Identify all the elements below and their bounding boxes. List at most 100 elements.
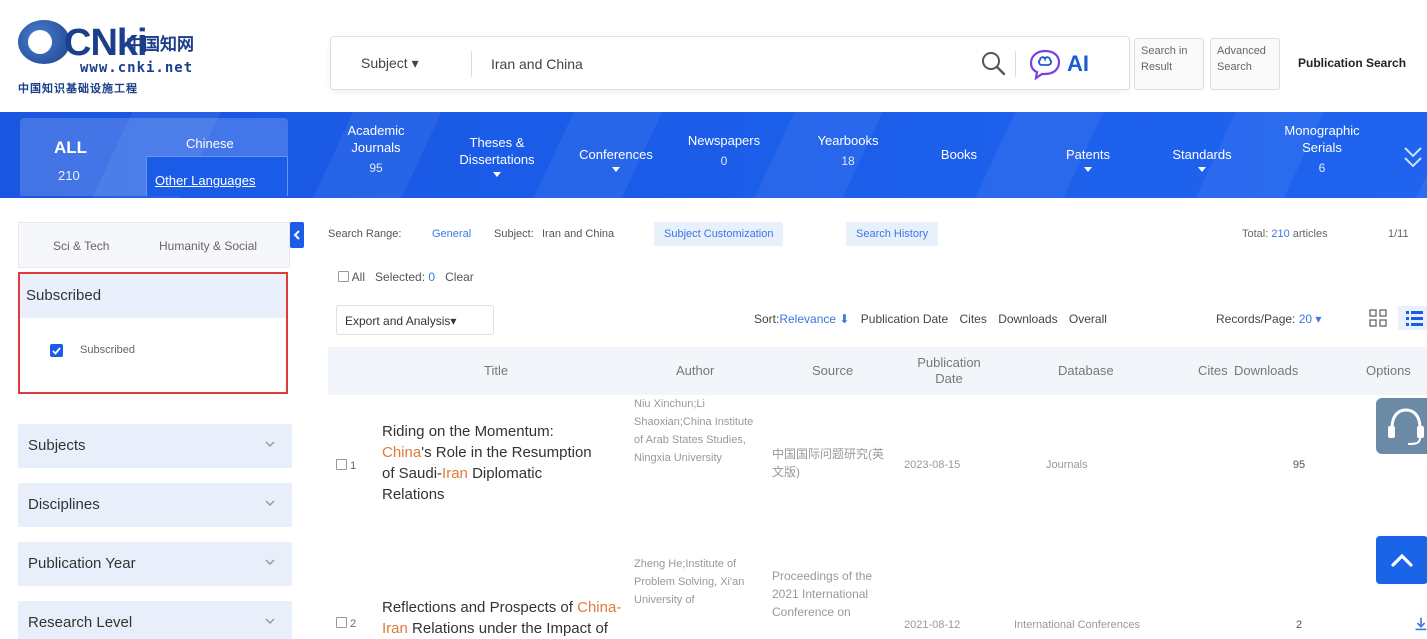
result-date: 2021-08-12 <box>904 619 961 631</box>
records-per-page-label: Records/Page: <box>1216 312 1296 326</box>
logo-slogan: 中国知识基础设施工程 <box>18 83 138 95</box>
tab-other-languages-label: Other Languages <box>155 173 256 188</box>
table-row: 1 Riding on the Momentum: China's Role i… <box>328 395 1427 537</box>
facet-disciplines[interactable]: Disciplines <box>18 483 292 527</box>
download-icon[interactable] <box>1412 457 1427 477</box>
tab-all[interactable]: ALL 210 Chinese Other Languages <box>20 118 288 196</box>
search-input[interactable] <box>491 50 971 78</box>
subject-customization-button[interactable]: Subject Customization <box>654 222 784 246</box>
facet-label: Research Level <box>28 614 133 631</box>
subscribed-checkbox[interactable] <box>50 344 63 357</box>
tab-count: 95 <box>369 161 383 175</box>
sort-overall[interactable]: Overall <box>1069 312 1107 326</box>
ai-brain-icon <box>1029 49 1061 81</box>
tab-sci-tech[interactable]: Sci & Tech <box>53 239 109 253</box>
title-highlight: - <box>616 599 622 616</box>
tab-monographic-serials[interactable]: Monographic Serials 6 <box>1272 122 1372 177</box>
tab-label: Conferences <box>579 147 653 162</box>
tab-newspapers[interactable]: Newspapers 0 <box>682 132 766 170</box>
download-icon[interactable] <box>1412 615 1427 633</box>
row-checkbox[interactable] <box>336 459 347 470</box>
facet-research-level[interactable]: Research Level <box>18 601 292 639</box>
chevron-up-icon <box>1391 553 1413 567</box>
search-divider <box>471 51 472 77</box>
facet-subjects[interactable]: Subjects <box>18 424 292 468</box>
sort-cites[interactable]: Cites <box>960 312 987 326</box>
ai-label: AI <box>1067 51 1089 76</box>
title-text: Riding on the Momentum: <box>382 423 554 440</box>
title-highlight: Iran <box>442 465 468 482</box>
cnki-logo[interactable]: CNki 中国知网 www.cnki.net 中国知识基础设施工程 <box>18 20 218 98</box>
result-database: International Conferences <box>1014 619 1140 631</box>
result-title-link[interactable]: Reflections and Prospects of China-Iran … <box>382 597 632 639</box>
sort-relevance[interactable]: Relevance ⬇ <box>779 312 849 326</box>
result-source[interactable]: Proceedings of the 2021 International Co… <box>772 567 884 621</box>
title-highlight: China <box>577 599 617 616</box>
results-table-header: Title Author Source Publication Date Dat… <box>328 347 1427 395</box>
table-row: 2 Reflections and Prospects of China- Ira… <box>328 555 1427 639</box>
total-count: Total: 210 articles <box>1242 228 1328 240</box>
search-history-button[interactable]: Search History <box>846 222 939 246</box>
search-icon[interactable] <box>979 49 1007 77</box>
facet-label: Publication Year <box>28 555 136 572</box>
result-author[interactable]: Zheng He;Institute of Problem Solving, X… <box>634 555 762 609</box>
logo-url: www.cnki.net <box>80 60 194 76</box>
checkmark-icon <box>52 347 61 355</box>
chevron-down-icon <box>265 559 275 566</box>
grid-view-icon[interactable] <box>1368 308 1388 328</box>
tab-other-languages[interactable]: Other Languages <box>146 156 288 196</box>
tab-label: Monographic Serials <box>1284 123 1360 155</box>
tab-theses-dissertations[interactable]: Theses & Dissertations <box>452 134 542 177</box>
chevron-down-icon <box>493 172 501 177</box>
search-field-selector[interactable]: Subject ▾ <box>361 55 419 72</box>
ai-search-button[interactable]: AI <box>1027 47 1117 81</box>
tab-chinese[interactable]: Chinese <box>186 136 234 151</box>
chevron-down-icon <box>1198 167 1206 172</box>
search-divider-2 <box>1015 51 1016 77</box>
advanced-search-button[interactable]: Advanced Search <box>1210 38 1280 90</box>
select-all-checkbox[interactable] <box>338 271 349 282</box>
chevron-down-icon <box>265 618 275 625</box>
column-title: Title <box>484 363 509 378</box>
header: CNki 中国知网 www.cnki.net 中国知识基础设施工程 Subjec… <box>0 0 1427 112</box>
records-per-page-select[interactable]: 20 ▾ <box>1299 312 1322 326</box>
row-select[interactable]: 2 <box>336 617 356 630</box>
clear-selection-link[interactable]: Clear <box>445 270 474 284</box>
sort-label: Sort: <box>754 312 780 326</box>
tab-label: Academic Journals <box>347 123 405 155</box>
tab-conferences[interactable]: Conferences <box>566 146 666 172</box>
facet-publication-year[interactable]: Publication Year <box>18 542 292 586</box>
tab-count: 18 <box>841 154 855 168</box>
list-view-button[interactable] <box>1398 306 1427 330</box>
back-to-top-button[interactable] <box>1376 536 1427 584</box>
chevron-left-icon <box>293 230 300 240</box>
row-checkbox[interactable] <box>336 617 347 628</box>
customer-service-button[interactable] <box>1376 398 1427 454</box>
result-author[interactable]: Niu Xinchun;Li Shaoxian;China Institute … <box>634 395 762 467</box>
publication-search-link[interactable]: Publication Search <box>1298 56 1406 70</box>
result-title-link[interactable]: Riding on the Momentum: China's Role in … <box>382 421 602 505</box>
column-author: Author <box>676 363 715 378</box>
tab-books[interactable]: Books <box>934 146 984 163</box>
search-range-value[interactable]: General <box>432 228 471 240</box>
page-indicator: 1/11 <box>1388 228 1409 240</box>
subscribed-option-label: Subscribed <box>80 344 136 356</box>
tab-patents[interactable]: Patents <box>1056 146 1120 172</box>
export-analysis-dropdown[interactable]: Export and Analysis▾ <box>336 305 494 335</box>
subscribed-filter: Subscribed Subscribed <box>18 272 288 394</box>
tab-humanity-social[interactable]: Humanity & Social <box>159 239 257 253</box>
facet-label: Disciplines <box>28 496 100 513</box>
result-downloads: 95 <box>1292 459 1306 471</box>
tab-academic-journals[interactable]: Academic Journals 95 <box>340 122 412 177</box>
double-chevron-down-icon[interactable] <box>1402 142 1424 172</box>
sort-publication-date[interactable]: Publication Date <box>861 312 948 326</box>
sidebar-collapse-button[interactable] <box>290 222 304 248</box>
result-source[interactable]: 中国国际问题研究(英文版) <box>772 445 884 481</box>
subscribed-heading[interactable]: Subscribed <box>20 274 286 318</box>
sort-downloads[interactable]: Downloads <box>998 312 1057 326</box>
search-in-result-button[interactable]: Search in Result <box>1134 38 1204 90</box>
tab-yearbooks[interactable]: Yearbooks 18 <box>808 132 888 170</box>
title-highlight: Iran <box>382 620 408 637</box>
row-select[interactable]: 1 <box>336 459 356 472</box>
tab-standards[interactable]: Standards <box>1164 146 1240 172</box>
